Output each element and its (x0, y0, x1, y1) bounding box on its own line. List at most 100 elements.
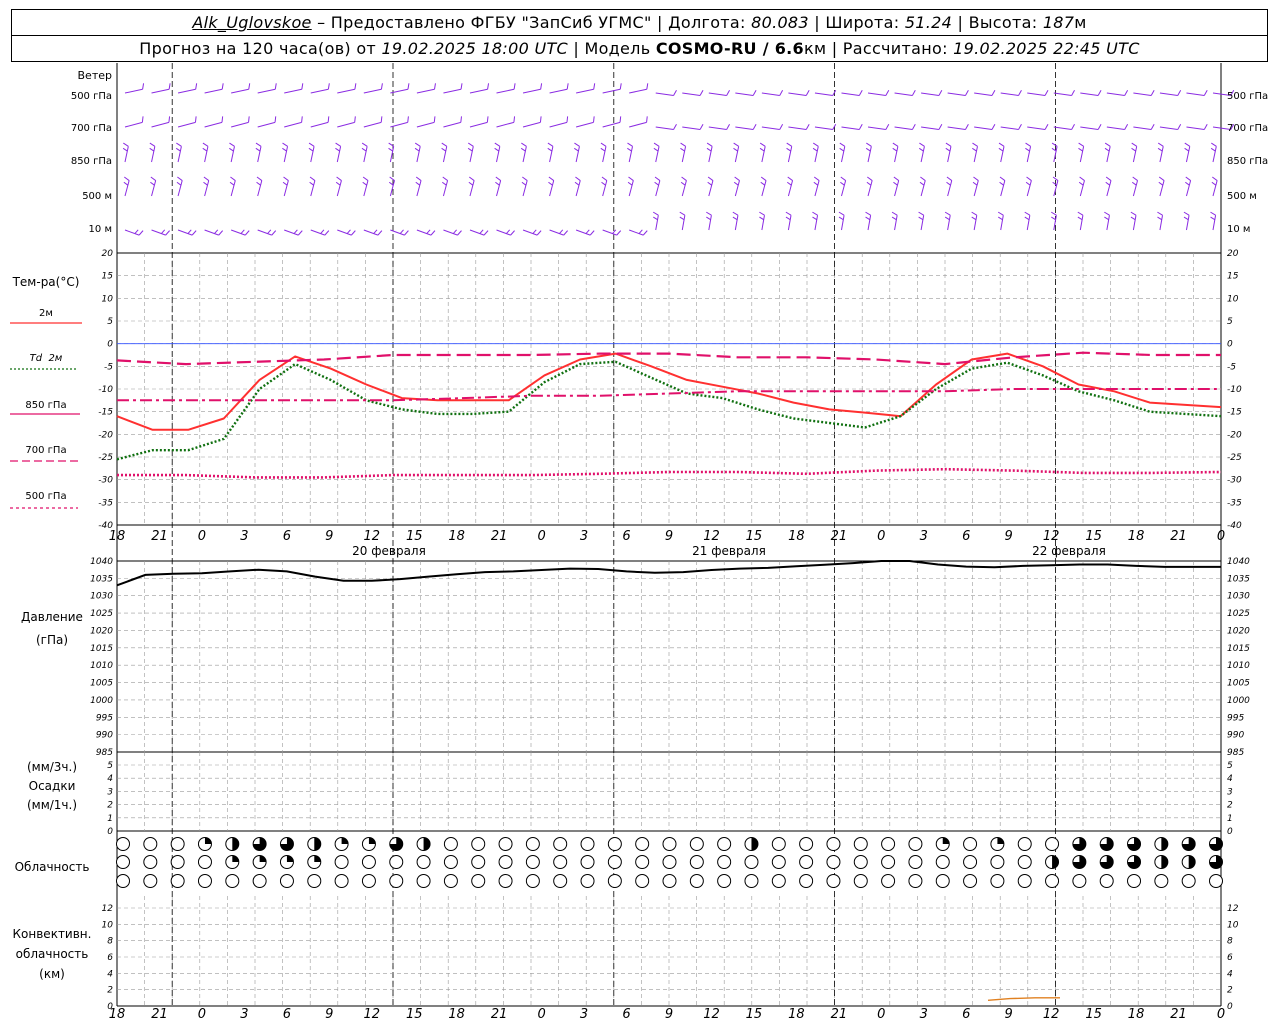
wind-barb (416, 229, 436, 236)
cloud-circle (143, 855, 158, 869)
barb-feather (681, 176, 687, 181)
wind-barb (921, 90, 943, 97)
wind-title: Ветер (78, 69, 112, 82)
wind-barb (682, 124, 704, 131)
barb-feather (653, 142, 660, 147)
wind-barb (256, 176, 263, 197)
wind-barb (469, 83, 490, 94)
barb-feather (812, 216, 818, 221)
barb-shaft (283, 180, 289, 197)
cloud-circle (635, 855, 650, 869)
barb-feather (1024, 216, 1030, 221)
barb-feather (1157, 142, 1164, 147)
barb-shaft (257, 146, 262, 163)
barb-feather (149, 147, 155, 152)
hour-label: 18 (1128, 1007, 1145, 1022)
hour-label: 6 (283, 1007, 291, 1022)
wind-level-left-4: 10 м (89, 224, 112, 235)
wind-barb (812, 211, 819, 231)
wind-barb (839, 142, 846, 163)
conv-title-3: (км) (39, 967, 65, 981)
wind-barb (337, 116, 356, 128)
cloud-symbol (170, 855, 185, 869)
precip-ytick-left: 1 (107, 814, 113, 824)
cloud-circle (361, 855, 376, 869)
barb-feather (911, 124, 916, 130)
legend-700-label: 700 гПа (25, 445, 66, 456)
barb-shaft (602, 180, 608, 197)
barb-feather (520, 147, 526, 152)
wind-barb (257, 229, 277, 236)
wind-barb (1078, 142, 1085, 163)
barb-feather (699, 124, 704, 130)
barb-shaft (1159, 92, 1178, 97)
conv-ytick-left: 10 (102, 920, 114, 930)
barb-feather (997, 216, 1003, 221)
precip-ytick-left: 0 (107, 827, 113, 837)
cloud-circle (1209, 874, 1223, 888)
wind-barb (441, 142, 448, 163)
barb-feather (733, 147, 738, 152)
barb-feather (991, 124, 996, 130)
hour-label: 0 (537, 1007, 545, 1022)
temp-ytick-left: 15 (102, 272, 114, 282)
barb-shaft (894, 180, 900, 197)
wind-barb (257, 116, 277, 128)
cloud-symbol (279, 855, 294, 869)
barb-feather (840, 176, 846, 181)
cloud-circle (553, 837, 568, 851)
barb-feather (414, 142, 421, 147)
cloud-circle (662, 874, 677, 888)
wind-barb (1080, 90, 1102, 97)
barb-feather (221, 116, 224, 123)
wind-barb (202, 142, 209, 163)
cloud-symbol (744, 855, 759, 869)
cloud-symbol (853, 874, 868, 888)
cloud-circle (1017, 874, 1032, 888)
pressure-ytick-right: 990 (1227, 731, 1244, 741)
cloud-symbol (361, 837, 376, 851)
wind-barb (495, 176, 502, 197)
pressure-ytick-right: 1040 (1227, 557, 1250, 567)
wind-barb (361, 142, 368, 163)
cloud-circle (471, 855, 486, 869)
cloud-circle (771, 837, 786, 851)
legend-2m-label: 2м (39, 308, 53, 319)
pressure-ytick-right: 1030 (1227, 592, 1250, 602)
cloud-circle (580, 855, 595, 869)
cloud-circle (963, 837, 978, 851)
cloud-circle (935, 855, 950, 869)
barb-feather (510, 230, 515, 236)
cloud-circle (197, 874, 212, 888)
wind-barb (627, 176, 634, 197)
barb-shaft (682, 126, 701, 131)
barb-feather (892, 142, 899, 147)
cloud-circle (1017, 837, 1032, 851)
wind-barb (840, 176, 847, 197)
pressure-ytick-right: 1025 (1227, 609, 1250, 619)
barb-feather (434, 83, 436, 90)
cloud-circle (935, 874, 950, 888)
barb-shaft (787, 146, 793, 163)
cloud-symbol (389, 837, 404, 851)
hour-label: 15 (746, 529, 763, 544)
barb-feather (813, 176, 820, 181)
hour-label: 6 (622, 529, 630, 544)
barb-feather (779, 90, 784, 96)
barb-feather (919, 181, 925, 186)
wind-barb (972, 142, 978, 163)
barb-feather (248, 116, 250, 123)
cloud-circle (908, 855, 923, 869)
cloud-symbol (771, 837, 786, 851)
wind-barb (602, 116, 622, 128)
barb-feather (997, 211, 1004, 216)
barb-shaft (151, 180, 157, 197)
cloud-symbol (1181, 855, 1196, 869)
temp-ytick-left: -35 (98, 498, 113, 508)
cloud-symbol (1099, 837, 1114, 851)
barb-shaft (894, 92, 913, 97)
barb-feather (1044, 90, 1049, 96)
hour-label: 0 (877, 529, 885, 544)
pressure-ytick-left: 1015 (90, 644, 113, 654)
cloud-symbol (662, 874, 677, 888)
